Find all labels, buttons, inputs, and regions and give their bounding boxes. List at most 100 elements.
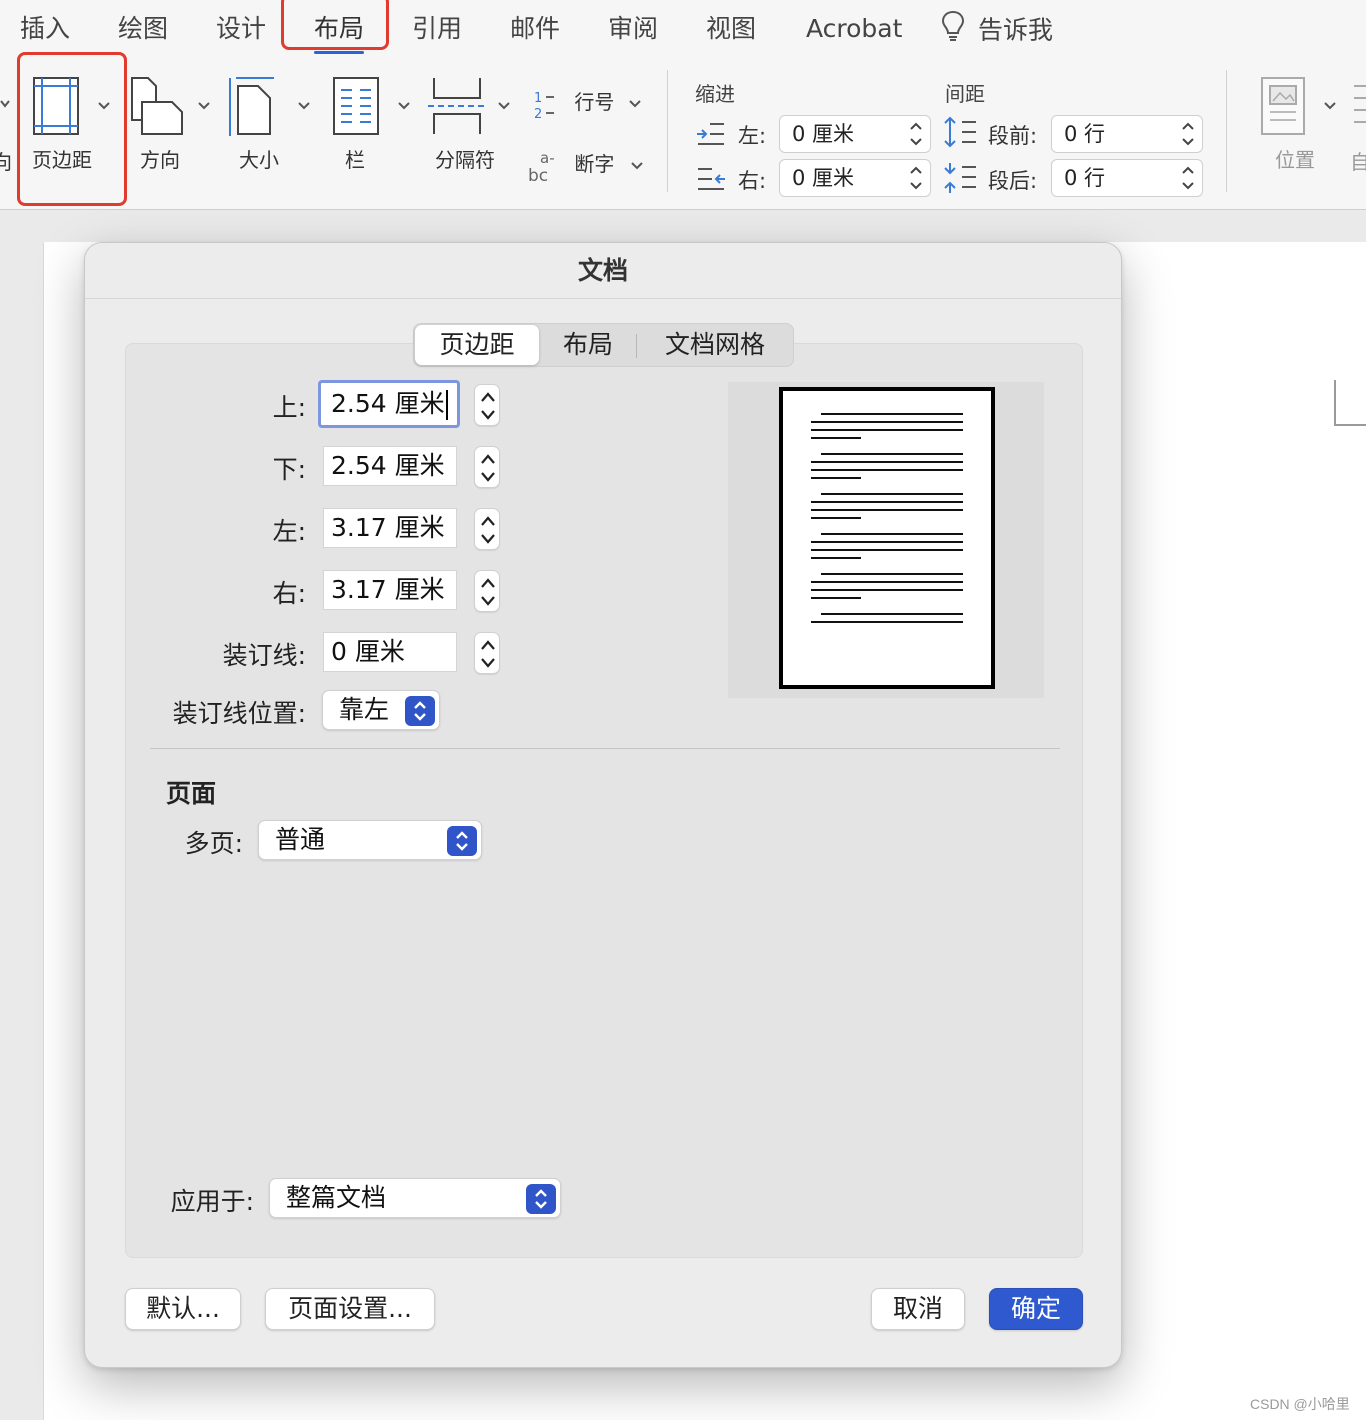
page-setup-button[interactable]: 页面设置... <box>265 1288 435 1330</box>
spacing-before-value: 0 行 <box>1064 122 1106 146</box>
popup-arrows-icon <box>405 696 435 726</box>
preview-text-line <box>821 453 963 455</box>
wrap-text-icon <box>1354 85 1366 123</box>
spacing-before-field[interactable]: 0 行 <box>1051 115 1203 153</box>
document-dialog: 文档 上: 2.54 厘米 下: 2.54 厘米 左: 3.17 厘米 右: 3… <box>84 242 1122 1368</box>
spacing-after-stepper-icon[interactable] <box>1180 163 1196 193</box>
hyphenation-icon: a- bc <box>528 149 555 186</box>
hyphenation-dropdown-icon <box>631 161 643 169</box>
preview-text-line <box>811 477 861 479</box>
top-margin-stepper[interactable] <box>474 384 500 426</box>
indent-left-stepper-icon[interactable] <box>908 119 924 149</box>
preview-text-line <box>811 549 963 551</box>
orientation-label: 方向 <box>140 148 180 172</box>
right-margin-stepper[interactable] <box>474 570 500 612</box>
tell-me-label: 告诉我 <box>978 15 1054 45</box>
size-button[interactable]: 大小 <box>226 70 306 180</box>
tab-draw[interactable]: 绘图 <box>118 10 168 48</box>
bottom-margin-stepper[interactable] <box>474 446 500 488</box>
multiple-pages-label: 多页: <box>184 829 243 858</box>
preview-text-line <box>811 421 963 423</box>
line-numbers-button[interactable]: 1 2 行号 <box>532 86 641 122</box>
dialog-title: 文档 <box>85 243 1121 299</box>
apply-to-label: 应用于: <box>170 1187 254 1216</box>
size-dropdown-icon[interactable] <box>298 100 310 112</box>
columns-icon <box>333 77 379 135</box>
tab-margins[interactable]: 页边距 <box>415 325 539 365</box>
tab-dialog-layout[interactable]: 布局 <box>542 324 634 366</box>
section-divider <box>150 748 1060 749</box>
gutter-stepper[interactable] <box>474 632 500 674</box>
spacing-after-field[interactable]: 0 行 <box>1051 159 1203 197</box>
position-dropdown-icon[interactable] <box>1324 100 1336 112</box>
svg-text:2: 2 <box>534 107 542 120</box>
margins-icon <box>33 77 79 135</box>
margins-label: 页边距 <box>32 148 92 172</box>
line-numbers-label: 行号 <box>574 90 615 114</box>
position-button[interactable]: 位置 <box>1252 70 1338 180</box>
left-margin-stepper[interactable] <box>474 508 500 550</box>
svg-text:1: 1 <box>534 91 542 106</box>
orientation-dropdown-icon[interactable] <box>198 100 210 112</box>
bottom-margin-label: 下: <box>272 455 306 484</box>
cancel-button[interactable]: 取消 <box>871 1288 965 1330</box>
hyphenation-button[interactable]: a- bc 断字 <box>528 148 643 186</box>
columns-button[interactable]: 栏 <box>330 70 400 180</box>
indent-left-field[interactable]: 0 厘米 <box>779 115 931 153</box>
margins-button[interactable]: 页边距 <box>24 70 108 180</box>
stepper-arrows-icon <box>481 454 495 482</box>
left-margin-input[interactable]: 3.17 厘米 <box>323 508 457 548</box>
indent-right-stepper-icon[interactable] <box>908 163 924 193</box>
apply-to-select[interactable]: 整篇文档 <box>269 1178 561 1218</box>
right-margin-input[interactable]: 3.17 厘米 <box>323 570 457 610</box>
lightbulb-icon <box>940 10 966 53</box>
indent-right-value: 0 厘米 <box>792 166 855 190</box>
stepper-arrows-icon <box>481 578 495 606</box>
dialog-tab-bar: 页边距 布局 文档网格 <box>413 323 794 367</box>
multiple-pages-select[interactable]: 普通 <box>258 820 482 860</box>
indent-right-field[interactable]: 0 厘米 <box>779 159 931 197</box>
tab-acrobat[interactable]: Acrobat <box>806 10 902 48</box>
preview-text-line <box>811 469 963 471</box>
line-numbers-icon: 1 2 <box>534 91 554 122</box>
right-margin-label: 右: <box>272 579 306 608</box>
default-button[interactable]: 默认... <box>125 1288 241 1330</box>
breaks-dropdown-icon[interactable] <box>498 100 510 112</box>
ok-button[interactable]: 确定 <box>989 1288 1083 1330</box>
chevron-down-icon[interactable] <box>0 98 10 110</box>
tab-view[interactable]: 视图 <box>706 10 756 48</box>
tab-references[interactable]: 引用 <box>412 10 462 48</box>
spacing-before-stepper-icon[interactable] <box>1180 119 1196 149</box>
spacing-group-title: 间距 <box>945 82 985 106</box>
gutter-input[interactable]: 0 厘米 <box>323 632 457 672</box>
tab-document-grid[interactable]: 文档网格 <box>640 324 790 366</box>
page-corner-mark <box>1334 380 1366 426</box>
gutter-position-select[interactable]: 靠左 <box>322 690 440 730</box>
top-margin-input[interactable]: 2.54 厘米 <box>318 380 460 428</box>
pages-section-title: 页面 <box>166 779 217 808</box>
preview-page <box>779 387 995 689</box>
tab-mailings[interactable]: 邮件 <box>510 10 560 48</box>
spacing-after-icon <box>944 163 976 193</box>
bottom-margin-input[interactable]: 2.54 厘米 <box>323 446 457 486</box>
tab-design[interactable]: 设计 <box>216 10 266 48</box>
preview-text-line <box>811 437 861 439</box>
ribbon-separator <box>667 70 668 192</box>
margins-dropdown-icon[interactable] <box>98 100 110 112</box>
hyphenation-label: 断字 <box>574 152 615 176</box>
indent-left-value: 0 厘米 <box>792 122 855 146</box>
tab-insert[interactable]: 插入 <box>20 10 70 48</box>
orientation-button[interactable]: 方向 <box>128 70 208 180</box>
size-label: 大小 <box>239 148 279 172</box>
tab-review[interactable]: 审阅 <box>608 10 658 48</box>
svg-text:bc: bc <box>528 166 548 183</box>
breaks-icon <box>428 78 486 134</box>
ribbon-tabs: 插入 绘图 设计 布局 引用 邮件 审阅 视图 Acrobat 告诉我 <box>0 0 1366 56</box>
popup-arrows-icon <box>447 826 477 856</box>
preview-text-line <box>811 621 963 623</box>
breaks-button[interactable]: 分隔符 <box>420 70 510 180</box>
wrap-text-label[interactable]: 自 <box>1350 146 1366 175</box>
columns-dropdown-icon[interactable] <box>398 100 410 112</box>
tab-tell-me[interactable]: 告诉我 <box>940 10 1053 48</box>
preview-text-line <box>811 557 861 559</box>
